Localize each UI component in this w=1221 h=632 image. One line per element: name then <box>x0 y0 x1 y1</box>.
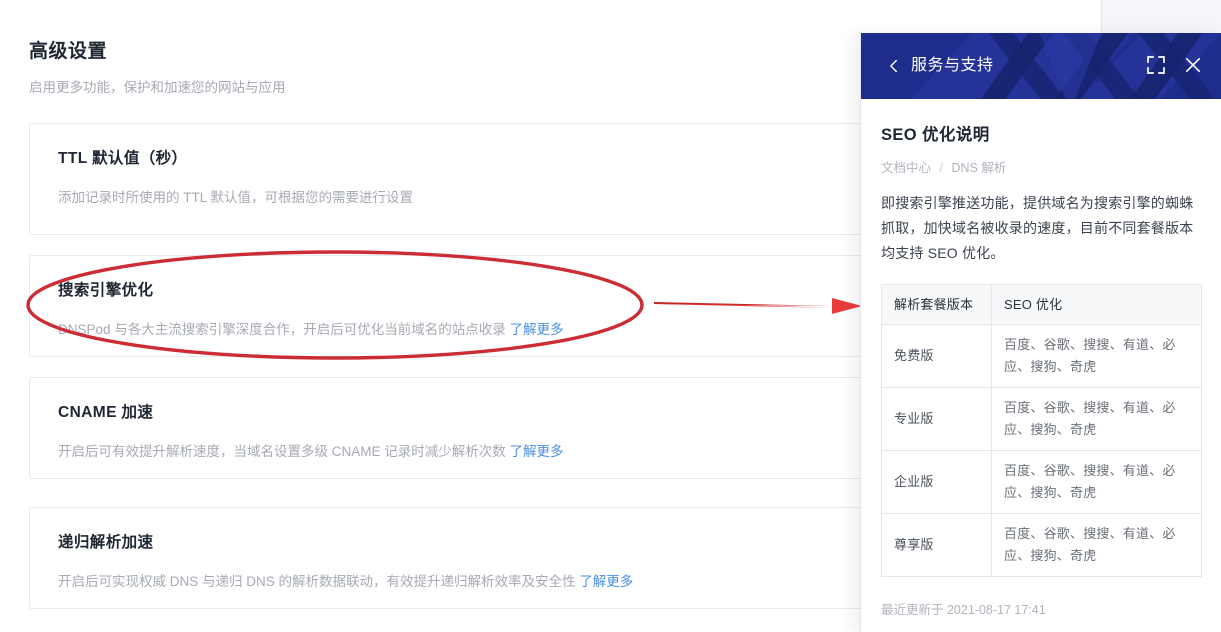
drawer-title: 服务与支持 <box>911 57 994 74</box>
setting-card-desc-text: 添加记录时所使用的 TTL 默认值，可根据您的需要进行设置 <box>58 190 414 205</box>
close-icon[interactable] <box>1183 54 1203 76</box>
page-title: 高级设置 <box>29 41 108 62</box>
table-header-plan: 解析套餐版本 <box>881 284 992 325</box>
setting-card-desc: 开启后可有效提升解析速度，当域名设置多级 CNAME 记录时减少解析次数 了解更… <box>58 440 564 460</box>
table-cell-seo: 百度、谷歌、搜搜、有道、必应、搜狗、奇虎 <box>991 513 1202 577</box>
breadcrumb: 文档中心 / DNS 解析 <box>881 157 1201 176</box>
table-row: 企业版 百度、谷歌、搜搜、有道、必应、搜狗、奇虎 <box>881 450 1202 514</box>
breadcrumb-item-docs[interactable]: 文档中心 <box>881 161 931 175</box>
service-support-drawer: 服务与支持 SEO 优化说明 文档中心 / DNS 解析 即搜索引擎推送功能，提… <box>860 33 1221 632</box>
setting-card-desc-text: DNSPod 与各大主流搜索引擎深度合作，开启后可优化当前域名的站点收录 <box>58 322 506 337</box>
doc-title: SEO 优化说明 <box>881 126 990 144</box>
page-top-right-strip <box>1101 0 1221 33</box>
drawer-header: 服务与支持 <box>861 33 1221 99</box>
table-header-seo: SEO 优化 <box>991 284 1202 325</box>
table-cell-seo: 百度、谷歌、搜搜、有道、必应、搜狗、奇虎 <box>991 387 1202 451</box>
screen: 高级设置 启用更多功能，保护和加速您的网站与应用 TTL 默认值（秒） 添加记录… <box>0 0 1221 632</box>
page-right-gutter <box>1093 0 1101 33</box>
learn-more-link[interactable]: 了解更多 <box>510 444 564 459</box>
doc-paragraph: 即搜索引擎推送功能，提供域名为搜索引擎的蜘蛛抓取，加快域名被收录的速度，目前不同… <box>881 195 1194 261</box>
table-cell-plan: 尊享版 <box>881 513 992 577</box>
table-cell-plan: 企业版 <box>881 450 992 514</box>
setting-card-title: 递归解析加速 <box>58 534 154 551</box>
table-cell-seo: 百度、谷歌、搜搜、有道、必应、搜狗、奇虎 <box>991 450 1202 514</box>
setting-card-desc-text: 开启后可有效提升解析速度，当域名设置多级 CNAME 记录时减少解析次数 <box>58 444 506 459</box>
table-row: 尊享版 百度、谷歌、搜搜、有道、必应、搜狗、奇虎 <box>881 513 1202 577</box>
learn-more-link[interactable]: 了解更多 <box>510 322 564 337</box>
learn-more-link[interactable]: 了解更多 <box>579 574 633 589</box>
setting-card-title: 搜索引擎优化 <box>58 282 154 299</box>
table-cell-plan: 专业版 <box>881 387 992 451</box>
table-header-row: 解析套餐版本 SEO 优化 <box>881 284 1202 325</box>
setting-card-desc: 开启后可实现权威 DNS 与递归 DNS 的解析数据联动，有效提升递归解析效率及… <box>58 570 633 590</box>
page-subtitle: 启用更多功能，保护和加速您的网站与应用 <box>29 80 286 95</box>
fullscreen-icon[interactable] <box>1147 56 1165 74</box>
setting-card-title: TTL 默认值（秒） <box>58 150 188 167</box>
table-cell-plan: 免费版 <box>881 324 992 388</box>
drawer-body: SEO 优化说明 文档中心 / DNS 解析 即搜索引擎推送功能，提供域名为搜索… <box>861 121 1221 632</box>
breadcrumb-separator: / <box>939 161 943 175</box>
setting-card-desc: 添加记录时所使用的 TTL 默认值，可根据您的需要进行设置 <box>58 186 413 206</box>
setting-card-desc: DNSPod 与各大主流搜索引擎深度合作，开启后可优化当前域名的站点收录 了解更… <box>58 318 564 338</box>
breadcrumb-item-dns[interactable]: DNS 解析 <box>951 161 1006 175</box>
table-row: 免费版 百度、谷歌、搜搜、有道、必应、搜狗、奇虎 <box>881 324 1202 388</box>
table-row: 专业版 百度、谷歌、搜搜、有道、必应、搜狗、奇虎 <box>881 387 1202 451</box>
seo-support-table: 解析套餐版本 SEO 优化 免费版 百度、谷歌、搜搜、有道、必应、搜狗、奇虎 专… <box>881 284 1202 577</box>
table-cell-seo: 百度、谷歌、搜搜、有道、必应、搜狗、奇虎 <box>991 324 1202 388</box>
chevron-left-icon[interactable] <box>885 53 903 79</box>
setting-card-desc-text: 开启后可实现权威 DNS 与递归 DNS 的解析数据联动，有效提升递归解析效率及… <box>58 574 576 589</box>
setting-card-title: CNAME 加速 <box>58 404 154 421</box>
doc-updated-time: 最近更新于 2021-08-17 17:41 <box>881 603 1046 617</box>
